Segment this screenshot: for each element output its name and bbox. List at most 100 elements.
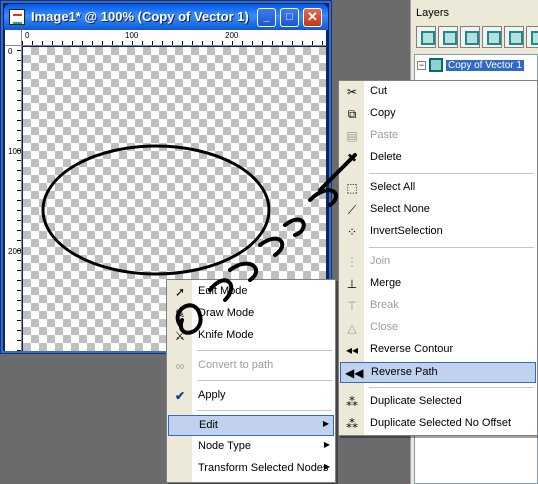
- menu-item-label: Reverse Path: [371, 366, 438, 378]
- menu-item-reverse-contour[interactable]: ◂◂ Reverse Contour: [340, 340, 536, 361]
- menu-item-cut[interactable]: ✂ Cut: [340, 82, 536, 103]
- select-none-icon: ⟋: [347, 203, 357, 217]
- knife-icon: ⚔: [174, 329, 186, 343]
- menu-item-duplicate-selected-no-offset[interactable]: ⁂ Duplicate Selected No Offset: [340, 414, 536, 435]
- arrow-icon: ➚: [174, 285, 186, 299]
- menu-item-label: Cut: [370, 85, 388, 97]
- menu-item-label: Close: [370, 321, 399, 333]
- title-bar[interactable]: Image1* @ 100% (Copy of Vector 1) _ □ ✕: [4, 4, 328, 30]
- horizontal-ruler: 0 100 200: [22, 30, 326, 46]
- vertical-ruler: 0 100 200: [5, 46, 22, 351]
- menu-item-paste: ▤ Paste: [340, 126, 536, 147]
- menu-item-apply[interactable]: ✔ Apply: [168, 386, 334, 407]
- new-layer-icon[interactable]: [416, 26, 436, 48]
- expand-toggle[interactable]: −: [417, 60, 426, 70]
- minimize-button[interactable]: _: [257, 8, 276, 27]
- reverse-contour-icon: ◂◂: [345, 343, 359, 357]
- mask-icon[interactable]: [460, 26, 480, 48]
- menu-item-select-all[interactable]: ⬚ Select All: [340, 178, 536, 199]
- menu-item-label: Edit Mode: [198, 285, 248, 297]
- menu-item-invert-selection[interactable]: ⁘ InvertSelection: [340, 222, 536, 243]
- menu-item-label: Convert to path: [198, 359, 274, 371]
- break-icon: ⊤: [346, 299, 358, 313]
- app-icon: [9, 9, 25, 25]
- menu-item-draw-mode[interactable]: ✎ Draw Mode: [168, 304, 334, 325]
- invert-selection-icon: ⁘: [346, 225, 358, 239]
- menu-item-label: Node Type: [198, 440, 252, 452]
- merge-icon: ⊥: [346, 277, 358, 291]
- duplicate-no-offset-icon: ⁂: [346, 417, 358, 431]
- menu-item-label: Join: [370, 255, 391, 267]
- menu-separator: [197, 350, 332, 351]
- menu-item-label: Draw Mode: [198, 307, 255, 319]
- menu-item-label: Select None: [370, 203, 430, 215]
- menu-item-copy[interactable]: ⧉ Copy: [340, 104, 536, 125]
- menu-item-edit[interactable]: Edit ▶: [168, 415, 334, 436]
- edit-submenu: ✂ Cut ⧉ Copy ▤ Paste ✖ Delete ⬚ Select A…: [338, 80, 538, 436]
- ruler-label: 200: [225, 31, 239, 40]
- menu-item-transform-selected-nodes[interactable]: Transform Selected Nodes ▶: [168, 459, 334, 480]
- menu-item-select-none[interactable]: ⟋ Select None: [340, 200, 536, 221]
- menu-item-duplicate-selected[interactable]: ⁂ Duplicate Selected: [340, 392, 536, 413]
- select-all-icon: ⬚: [346, 181, 358, 195]
- checkmark-icon: ✔: [174, 389, 186, 403]
- menu-item-label: Apply: [198, 389, 226, 401]
- reverse-path-icon: ◀◀: [345, 366, 364, 380]
- ruler-label: 0: [8, 47, 13, 56]
- layer-row[interactable]: − Copy of Vector 1: [417, 57, 535, 73]
- menu-separator: [197, 380, 332, 381]
- menu-item-label: Select All: [370, 181, 416, 193]
- submenu-arrow-icon: ▶: [322, 419, 329, 428]
- convert-icon: ∞: [175, 359, 185, 373]
- maximize-button[interactable]: □: [280, 8, 299, 27]
- menu-item-label: Delete: [370, 151, 402, 163]
- duplicate-icon: ⁂: [346, 395, 358, 409]
- menu-item-node-type[interactable]: Node Type ▶: [168, 437, 334, 458]
- menu-item-label: Reverse Contour: [370, 343, 454, 355]
- menu-item-reverse-path[interactable]: ◀◀ Reverse Path: [340, 362, 536, 383]
- vector-layer-icon: [429, 58, 443, 72]
- menu-item-label: Edit: [199, 419, 218, 431]
- join-icon: ⋮: [346, 255, 358, 269]
- menu-item-delete[interactable]: ✖ Delete: [340, 148, 536, 169]
- scissors-icon: ✂: [346, 85, 358, 99]
- paste-icon: ▤: [346, 129, 358, 143]
- menu-item-label: Merge: [370, 277, 402, 289]
- layer-name[interactable]: Copy of Vector 1: [446, 59, 524, 71]
- menu-item-convert-to-path: ∞ Convert to path: [168, 356, 334, 377]
- menu-item-merge[interactable]: ⊥ Merge: [340, 274, 536, 295]
- ruler-corner: [5, 30, 22, 46]
- ruler-label: 200: [8, 247, 22, 256]
- menu-item-join: ⋮ Join: [340, 252, 536, 273]
- ruler-label: 0: [25, 31, 30, 40]
- menu-item-label: Duplicate Selected: [370, 395, 462, 407]
- new-vector-icon[interactable]: [438, 26, 458, 48]
- submenu-arrow-icon: ▶: [323, 462, 330, 471]
- delete-x-icon: ✖: [346, 151, 358, 165]
- close-path-icon: △: [347, 321, 357, 335]
- window-title: Image1* @ 100% (Copy of Vector 1): [31, 9, 249, 24]
- lock-icon[interactable]: [504, 26, 524, 48]
- menu-item-label: Transform Selected Nodes: [198, 462, 329, 474]
- ruler-label: 100: [8, 147, 22, 156]
- menu-separator: [369, 387, 534, 388]
- close-button[interactable]: ✕: [303, 8, 322, 27]
- context-menu: ➚ Edit Mode ✎ Draw Mode ⚔ Knife Mode ∞ C…: [166, 279, 336, 483]
- ruler-label: 100: [125, 31, 139, 40]
- layer-toolbar: [416, 26, 538, 52]
- submenu-arrow-icon: ▶: [323, 440, 330, 449]
- menu-separator: [197, 410, 332, 411]
- adjust-icon[interactable]: [482, 26, 502, 48]
- menu-item-label: Duplicate Selected No Offset: [370, 417, 512, 429]
- menu-item-break: ⊤ Break: [340, 296, 536, 317]
- delete-icon[interactable]: [526, 26, 538, 48]
- menu-item-close: △ Close: [340, 318, 536, 339]
- layers-panel-title: Layers: [416, 7, 450, 19]
- pen-icon: ✎: [174, 307, 186, 321]
- menu-item-knife-mode[interactable]: ⚔ Knife Mode: [168, 326, 334, 347]
- menu-separator: [369, 247, 534, 248]
- menu-item-label: Paste: [370, 129, 399, 141]
- menu-separator: [369, 173, 534, 174]
- menu-item-edit-mode[interactable]: ➚ Edit Mode: [168, 282, 334, 303]
- menu-item-label: Copy: [370, 107, 396, 119]
